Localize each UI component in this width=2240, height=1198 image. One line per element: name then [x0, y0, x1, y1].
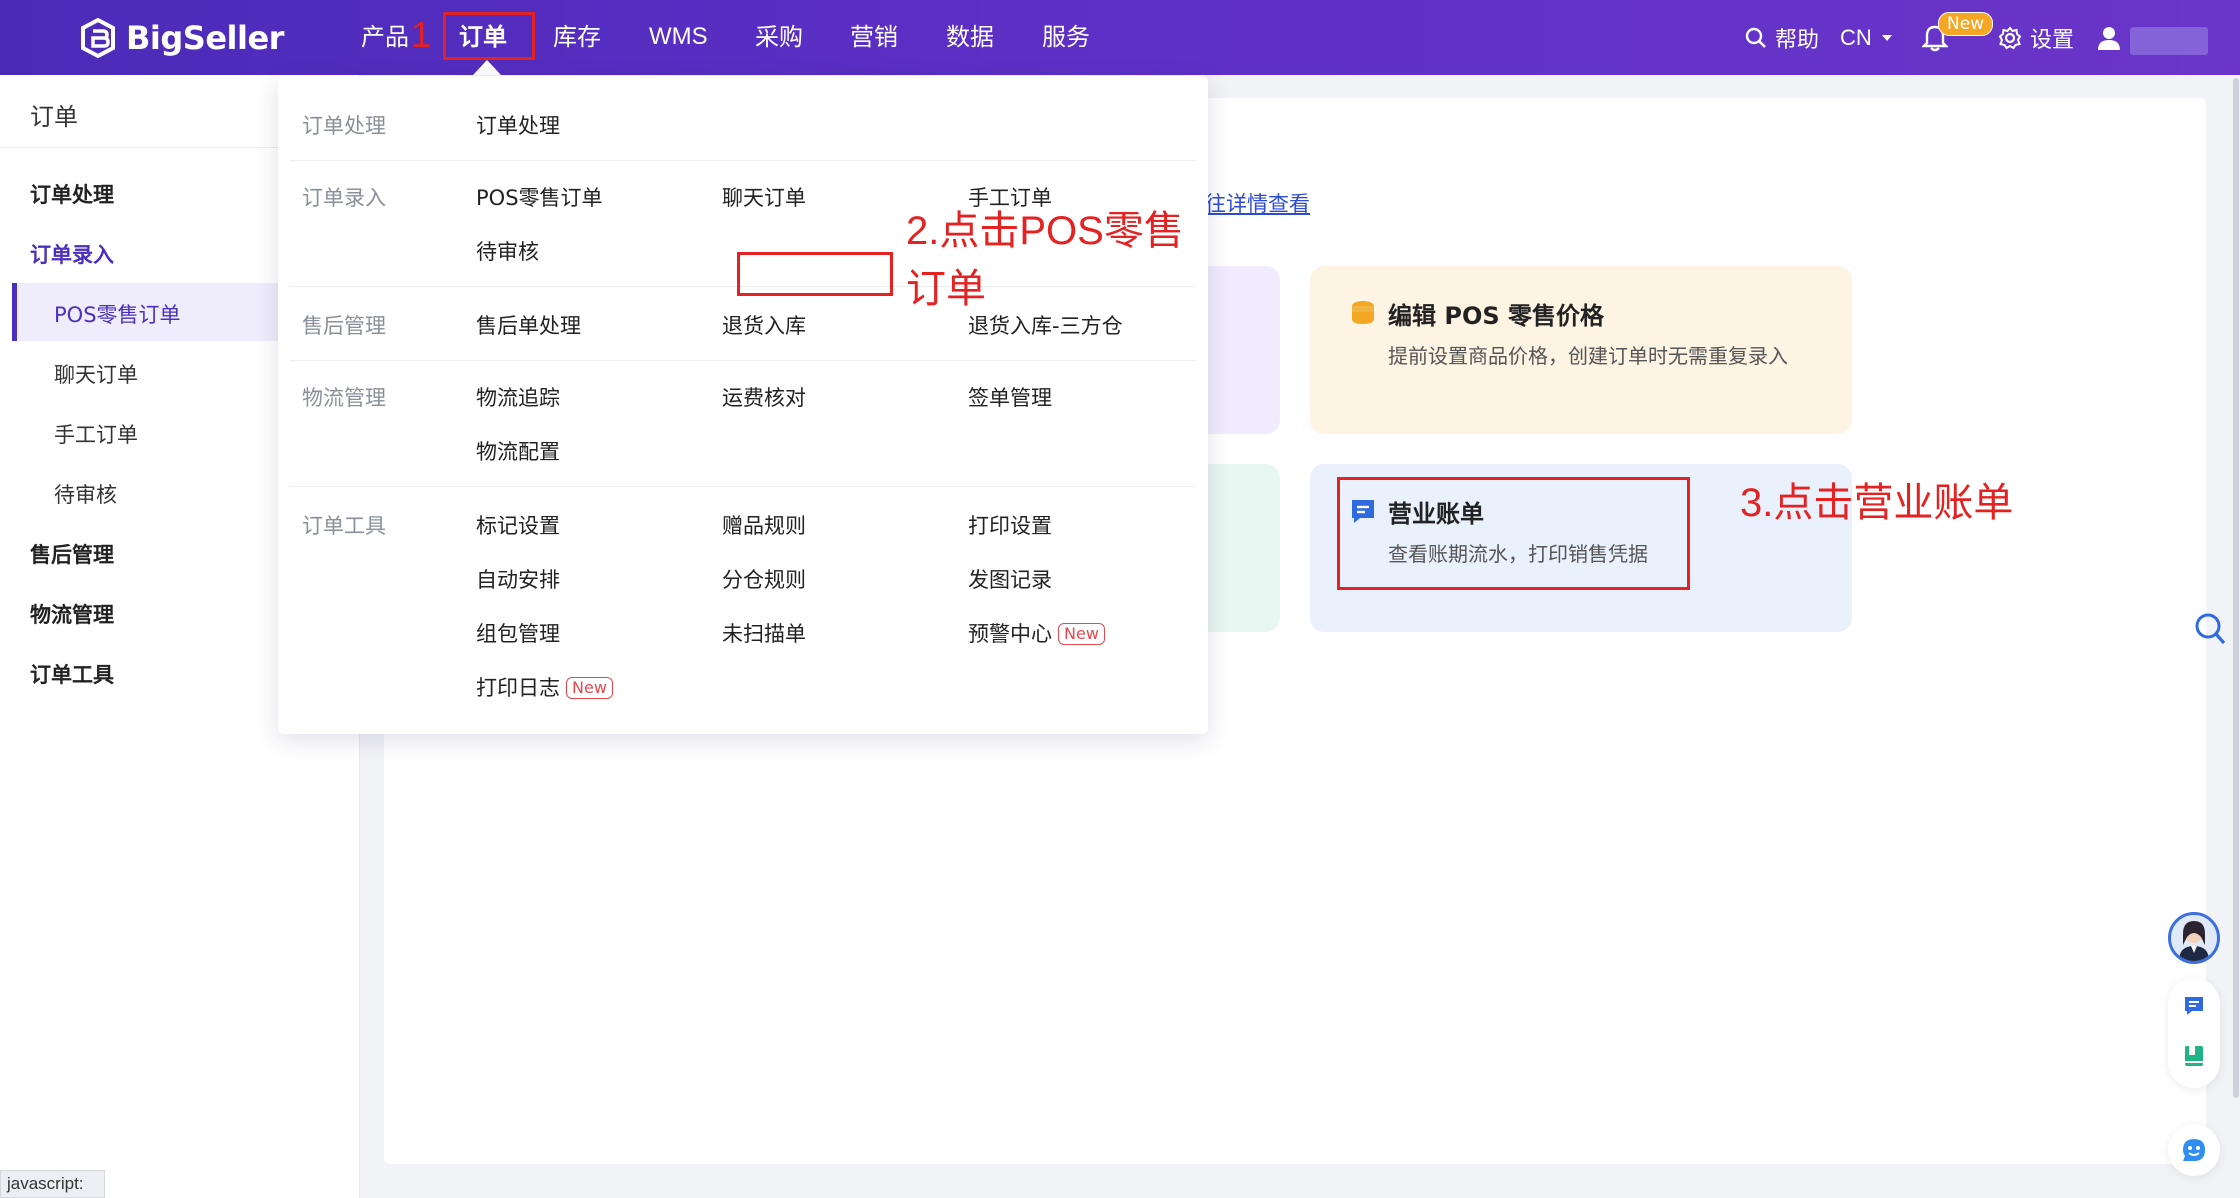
- sidebar-item-order-entry[interactable]: 订单录入: [30, 239, 114, 269]
- floating-search-icon[interactable]: [2194, 612, 2226, 648]
- dropdown-link-auto-arrange[interactable]: 自动安排: [476, 564, 560, 594]
- dropdown-link-return-inbound[interactable]: 退货入库: [722, 310, 806, 340]
- nav-purchase[interactable]: 采购: [755, 20, 803, 54]
- annotation-highlight-bill: [1337, 477, 1690, 590]
- annotation-highlight-orders: [443, 12, 535, 60]
- nav-wms[interactable]: WMS: [649, 20, 708, 54]
- nav-data[interactable]: 数据: [946, 20, 994, 54]
- settings-label: 设置: [2030, 28, 2075, 53]
- dropdown-link-print-settings[interactable]: 打印设置: [968, 510, 1052, 540]
- dropdown-section-label: 订单录入: [302, 186, 386, 210]
- dropdown-link-chat-order[interactable]: 聊天订单: [722, 182, 806, 212]
- dropdown-divider: [290, 486, 1196, 487]
- sidebar-item-manual-order[interactable]: 手工订单: [54, 419, 138, 449]
- dropdown-link-mark-settings[interactable]: 标记设置: [476, 510, 560, 540]
- scrollbar-thumb[interactable]: [2233, 78, 2239, 1098]
- dropdown-link-pending-review[interactable]: 待审核: [476, 236, 539, 266]
- username-redacted: [2130, 27, 2208, 55]
- top-nav-bar: BigSeller 产品 1 订单 库存 WMS 采购 营销 数据 服务 帮助 …: [0, 0, 2240, 75]
- dropdown-link-logistics-tracking[interactable]: 物流追踪: [476, 382, 560, 412]
- sidebar-active-indicator: [12, 283, 17, 341]
- nav-inventory[interactable]: 库存: [553, 20, 601, 54]
- brand-name: BigSeller: [126, 19, 284, 57]
- dropdown-link-logistics-config[interactable]: 物流配置: [476, 436, 560, 466]
- new-tag: New: [1058, 623, 1105, 645]
- dropdown-link-image-records[interactable]: 发图记录: [968, 564, 1052, 594]
- sidebar-item-chat-order[interactable]: 聊天订单: [54, 359, 138, 389]
- dropdown-section-label: 订单处理: [302, 114, 386, 138]
- chat-icon[interactable]: [2182, 994, 2206, 1018]
- dropdown-link-receipt-management[interactable]: 签单管理: [968, 382, 1052, 412]
- agent-avatar-icon: [2179, 921, 2209, 961]
- sidebar-item-logistics[interactable]: 物流管理: [30, 599, 114, 629]
- bot-icon: [2183, 1139, 2205, 1161]
- sidebar-item-after-sales[interactable]: 售后管理: [30, 539, 114, 569]
- dropdown-divider: [290, 360, 1196, 361]
- sidebar-item-pending-review[interactable]: 待审核: [54, 479, 117, 509]
- settings-link[interactable]: 设置: [1998, 18, 2074, 58]
- coins-icon: [1352, 301, 1374, 324]
- help-link[interactable]: 帮助: [1745, 18, 1819, 58]
- annotation-step-2: 2.点击POS零售订单: [906, 209, 1184, 311]
- language-value: CN: [1840, 25, 1872, 50]
- floating-tools: [2168, 978, 2220, 1088]
- sidebar-item-pos-retail-order[interactable]: POS零售订单: [54, 299, 181, 329]
- dropdown-link-pos-retail-order[interactable]: POS零售订单: [476, 182, 603, 212]
- nav-marketing[interactable]: 营销: [850, 20, 898, 54]
- dropdown-section-label: 售后管理: [302, 314, 386, 338]
- dropdown-section-label: 物流管理: [302, 386, 386, 410]
- user-menu[interactable]: [2096, 18, 2122, 58]
- dropdown-link-after-sales-processing[interactable]: 售后单处理: [476, 310, 581, 340]
- dropdown-link-alert-center[interactable]: 预警中心 New: [968, 618, 1105, 648]
- nav-product[interactable]: 产品: [361, 20, 409, 54]
- dropdown-link-gift-rules[interactable]: 赠品规则: [722, 510, 806, 540]
- language-select[interactable]: CN: [1840, 18, 1894, 58]
- detail-link[interactable]: 往详情查看: [1205, 188, 1310, 218]
- brand-logo[interactable]: BigSeller: [80, 16, 284, 60]
- assistant-bot-button[interactable]: [2168, 1124, 2220, 1176]
- sidebar-item-order-processing[interactable]: 订单处理: [30, 179, 114, 209]
- new-tag: New: [566, 677, 613, 699]
- notification-new-badge: New: [1938, 12, 1994, 36]
- dropdown-link-package-management[interactable]: 组包管理: [476, 618, 560, 648]
- bigseller-logo-icon: [81, 18, 115, 58]
- dropdown-link-label: 预警中心: [968, 622, 1052, 646]
- dropdown-link-order-processing[interactable]: 订单处理: [476, 110, 560, 140]
- sidebar-title: 订单: [30, 103, 78, 131]
- support-agent-avatar[interactable]: [2168, 912, 2220, 964]
- user-icon: [2098, 27, 2120, 50]
- dropdown-link-freight-check[interactable]: 运费核对: [722, 382, 806, 412]
- tile-title: 编辑 POS 零售价格: [1388, 302, 1604, 330]
- dropdown-link-print-log[interactable]: 打印日志 New: [476, 672, 613, 702]
- dropdown-link-return-inbound-3pl[interactable]: 退货入库-三方仓: [968, 310, 1123, 340]
- search-icon: [1745, 27, 1766, 48]
- gear-icon: [1998, 26, 2022, 50]
- annotation-highlight-pos: [737, 252, 893, 296]
- caret-down-icon: [1881, 35, 1892, 41]
- annotation-step-1: 1: [411, 14, 432, 55]
- nav-service[interactable]: 服务: [1042, 20, 1090, 54]
- help-label: 帮助: [1775, 28, 1820, 53]
- dropdown-link-warehouse-rules[interactable]: 分仓规则: [722, 564, 806, 594]
- dropdown-link-label: 打印日志: [476, 676, 560, 700]
- dropdown-section-label: 订单工具: [302, 514, 386, 538]
- tile-edit-pos-price[interactable]: 编辑 POS 零售价格 提前设置商品价格，创建订单时无需重复录入: [1310, 266, 1852, 434]
- dropdown-divider: [290, 160, 1196, 161]
- book-icon[interactable]: [2182, 1044, 2206, 1068]
- tile-description: 提前设置商品价格，创建订单时无需重复录入: [1388, 344, 1788, 368]
- annotation-step-3: 3.点击营业账单: [1740, 481, 2014, 525]
- dropdown-link-unscanned[interactable]: 未扫描单: [722, 618, 806, 648]
- dropdown-caret: [473, 60, 501, 75]
- orders-dropdown-menu: 订单处理 订单处理 订单录入 POS零售订单 聊天订单 手工订单 待审核 售后管…: [278, 76, 1208, 734]
- sidebar-item-order-tools[interactable]: 订单工具: [30, 659, 114, 689]
- browser-status-bar: javascript:: [0, 1170, 105, 1198]
